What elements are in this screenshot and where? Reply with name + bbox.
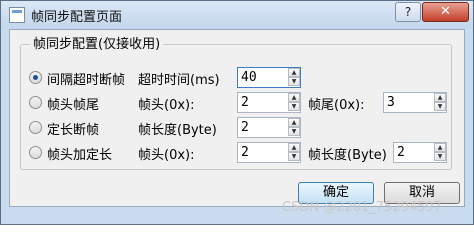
dialog-client-area: 间隔超时断帧 超时时间(ms) 40 ▲ ▼ 帧头帧尾 帧头(0x): 2 ▲ … [9, 29, 465, 207]
timeout-value[interactable]: 40 [241, 70, 257, 85]
radio-timeout-split[interactable] [29, 71, 42, 84]
tail-spinbox[interactable]: 3 ▲ ▼ [383, 92, 447, 113]
head2-value[interactable]: 2 [241, 145, 249, 160]
tail-value[interactable]: 3 [387, 95, 395, 110]
close-button[interactable]: ✕ [422, 2, 469, 22]
frame-length-value[interactable]: 2 [241, 120, 249, 135]
timeout-spinbox[interactable]: 40 ▲ ▼ [237, 67, 301, 88]
radio-head-plus-length-label[interactable]: 帧头加定长 [47, 144, 112, 163]
option-row-head-plus-length: 帧头加定长 帧头(0x): 2 ▲ ▼ 帧长度(Byte) 2 ▲ ▼ [29, 142, 449, 164]
spin-down-icon[interactable]: ▼ [288, 77, 300, 86]
timeout-label: 超时时间(ms) [138, 73, 220, 88]
head2-spinbox[interactable]: 2 ▲ ▼ [237, 142, 301, 163]
head-spinbox[interactable]: 2 ▲ ▼ [237, 92, 301, 113]
radio-timeout-split-label[interactable]: 间隔超时断帧 [47, 69, 125, 88]
spin-down-icon[interactable]: ▼ [288, 152, 300, 161]
spin-down-icon[interactable]: ▼ [434, 102, 446, 111]
frame-length2-spin-buttons: ▲ ▼ [434, 143, 446, 162]
frame-length-spin-buttons: ▲ ▼ [288, 118, 300, 137]
head-value[interactable]: 2 [241, 95, 249, 110]
timeout-spin-buttons: ▲ ▼ [288, 68, 300, 87]
groupbox-title: 帧同步配置(仅接收用) [30, 33, 164, 52]
head2-label: 帧头(0x): [138, 148, 195, 163]
option-row-timeout: 间隔超时断帧 超时时间(ms) 40 ▲ ▼ [29, 67, 449, 89]
frame-sync-groupbox: 间隔超时断帧 超时时间(ms) 40 ▲ ▼ 帧头帧尾 帧头(0x): 2 ▲ … [20, 44, 452, 170]
frame-length2-spinbox[interactable]: 2 ▲ ▼ [393, 142, 447, 163]
radio-head-plus-length[interactable] [29, 146, 42, 159]
title-bar[interactable]: 帧同步配置页面 ? ✕ [1, 1, 473, 29]
spin-up-icon[interactable]: ▲ [288, 143, 300, 152]
tail-label: 帧尾(0x): [308, 98, 365, 113]
app-window-icon [9, 7, 25, 23]
head-label: 帧头(0x): [138, 98, 195, 113]
head2-spin-buttons: ▲ ▼ [288, 143, 300, 162]
spin-up-icon[interactable]: ▲ [288, 68, 300, 77]
spin-down-icon[interactable]: ▼ [288, 102, 300, 111]
window-title: 帧同步配置页面 [31, 10, 123, 25]
head-spin-buttons: ▲ ▼ [288, 93, 300, 112]
radio-head-tail[interactable] [29, 96, 42, 109]
frame-length-label: 帧长度(Byte) [138, 123, 217, 138]
spin-up-icon[interactable]: ▲ [288, 93, 300, 102]
spin-up-icon[interactable]: ▲ [434, 143, 446, 152]
frame-length2-label: 帧长度(Byte) [308, 148, 387, 163]
radio-fixed-length-label[interactable]: 定长断帧 [47, 119, 99, 138]
spin-down-icon[interactable]: ▼ [288, 127, 300, 136]
watermark-text: CSDN @2201_75294597 [282, 200, 442, 215]
radio-fixed-length[interactable] [29, 121, 42, 134]
option-row-head-tail: 帧头帧尾 帧头(0x): 2 ▲ ▼ 帧尾(0x): 3 ▲ ▼ [29, 92, 449, 114]
radio-head-tail-label[interactable]: 帧头帧尾 [47, 94, 99, 113]
spin-up-icon[interactable]: ▲ [288, 118, 300, 127]
option-row-fixed-length: 定长断帧 帧长度(Byte) 2 ▲ ▼ [29, 117, 449, 139]
dialog-window: 帧同步配置页面 ? ✕ 间隔超时断帧 超时时间(ms) 40 ▲ ▼ 帧头帧尾 … [0, 0, 474, 225]
frame-length2-value[interactable]: 2 [397, 145, 405, 160]
spin-down-icon[interactable]: ▼ [434, 152, 446, 161]
tail-spin-buttons: ▲ ▼ [434, 93, 446, 112]
frame-length-spinbox[interactable]: 2 ▲ ▼ [237, 117, 301, 138]
spin-up-icon[interactable]: ▲ [434, 93, 446, 102]
help-button[interactable]: ? [395, 2, 421, 22]
